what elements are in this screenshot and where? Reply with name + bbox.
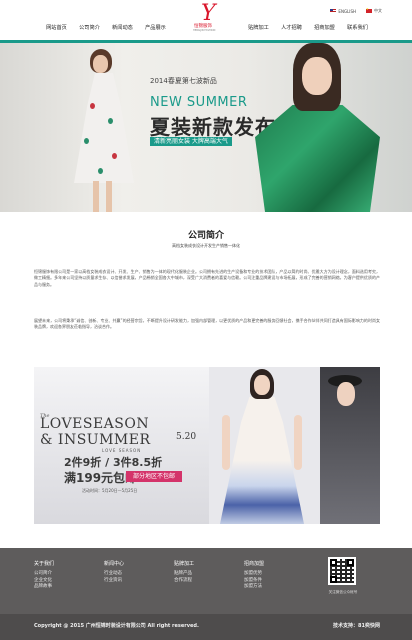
nav-products[interactable]: 产品展示: [139, 24, 172, 31]
nav-news[interactable]: 新闻动态: [106, 24, 139, 31]
footer-link[interactable]: 公司简介: [34, 571, 94, 578]
promo-discount: 2件9折 / 3件8.5折: [64, 456, 163, 469]
lang-english[interactable]: ENGLISH: [330, 8, 356, 14]
lang-english-label: ENGLISH: [338, 8, 356, 14]
promo-date: 5.20: [176, 432, 197, 442]
banner-model-right: [255, 43, 380, 212]
banner-new-summer: NEW SUMMER: [150, 95, 248, 110]
promo-love-season: LOVE SEASON: [102, 448, 142, 453]
footer-col-oem: 贴牌加工 贴牌产品 合作流程: [174, 560, 234, 584]
banner-model-left: [60, 43, 140, 212]
footer-heading[interactable]: 新闻中心: [104, 560, 164, 567]
footer-link[interactable]: 行业动态: [104, 571, 164, 578]
section-subtitle: 高档女装成衣设计开发生产销售一体化: [172, 243, 240, 248]
promo-side-photo: [320, 367, 380, 524]
footer-link[interactable]: 贴牌产品: [174, 571, 234, 578]
language-switcher: ENGLISH 中文: [330, 7, 382, 14]
nav-contact[interactable]: 联系我们: [341, 24, 374, 31]
nav-home[interactable]: 网站首页: [40, 24, 73, 31]
copyright-bar: Copyright @ 2015 广州恒锦时装设计有限公司 All right …: [0, 614, 412, 640]
us-flag-icon: [330, 9, 337, 13]
nav-left: 网站首页 公司简介 新闻动态 产品展示: [40, 24, 172, 31]
lang-chinese[interactable]: 中文: [366, 7, 382, 14]
brand-logo[interactable]: Y 恒锦服饰 HENGJIN FASHION: [190, 3, 226, 37]
intro-paragraph-2: 展望未来，公司将秉承“诚信、创新、专业、共赢”的经营宗旨，不断提升设计研发能力，…: [34, 318, 380, 330]
nav-about[interactable]: 公司简介: [73, 24, 106, 31]
footer-heading[interactable]: 关于我们: [34, 560, 94, 567]
promo-headline-2: & INSUMMER: [40, 432, 151, 448]
footer-heading[interactable]: 贴牌加工: [174, 560, 234, 567]
section-title: 公司简介: [187, 231, 224, 241]
banner-tagline: 清新亮丽女装 大牌高端大气: [150, 137, 232, 146]
copyright-text: Copyright @ 2015 广州恒锦时装设计有限公司 All right …: [34, 623, 199, 629]
promo-period: 活动时间：5月20日—5月25日: [82, 488, 138, 493]
banner-season: 2014春夏第七波新品: [150, 77, 217, 85]
site-header: ENGLISH 中文 网站首页 公司简介 新闻动态 产品展示 Y 恒锦服饰 HE…: [0, 0, 412, 40]
nav-right: 贴牌加工 人才招聘 招商加盟 联系我们: [242, 24, 374, 31]
wechat-qr-code: [328, 557, 356, 585]
logo-mark: Y: [201, 1, 216, 26]
promo-model: [202, 367, 322, 524]
intro-paragraph-1: 恒锦服饰有限公司是一家以高档女装成衣设计、开发、生产、销售为一体的现代化服装企业…: [34, 269, 380, 287]
nav-jobs[interactable]: 人才招聘: [275, 24, 308, 31]
footer-col-about: 关于我们 公司简介 企业文化 品牌故事: [34, 560, 94, 591]
footer-link[interactable]: 加盟方法: [244, 584, 304, 591]
lang-chinese-label: 中文: [374, 8, 382, 13]
footer-col-news: 新闻中心 行业动态 行业资讯: [104, 560, 164, 584]
promo-badge: 部分地区不包邮: [126, 471, 182, 482]
tech-support-text[interactable]: 技术支持：81奕快网: [333, 622, 380, 629]
footer-link[interactable]: 加盟优势: [244, 571, 304, 578]
footer-link[interactable]: 品牌故事: [34, 584, 94, 591]
logo-sub: HENGJIN FASHION: [193, 29, 216, 32]
hero-banner[interactable]: 2014春夏第七波新品 NEW SUMMER 夏装新款发布 清新亮丽女装 大牌高…: [0, 43, 412, 212]
qr-caption: 关注微信公众帐号: [328, 590, 358, 594]
nav-franchise[interactable]: 招商加盟: [308, 24, 341, 31]
cn-flag-icon: [366, 7, 372, 13]
footer-link[interactable]: 行业资讯: [104, 578, 164, 585]
footer-link[interactable]: 合作流程: [174, 578, 234, 585]
footer-col-franchise: 招商加盟 加盟优势 加盟条件 加盟方法: [244, 560, 304, 591]
promo-headline-1: LOVESEASON: [40, 416, 150, 432]
promo-banner[interactable]: The LOVESEASON & INSUMMER 5.20 LOVE SEAS…: [34, 367, 380, 524]
footer-heading[interactable]: 招商加盟: [244, 560, 304, 567]
nav-oem[interactable]: 贴牌加工: [242, 24, 275, 31]
